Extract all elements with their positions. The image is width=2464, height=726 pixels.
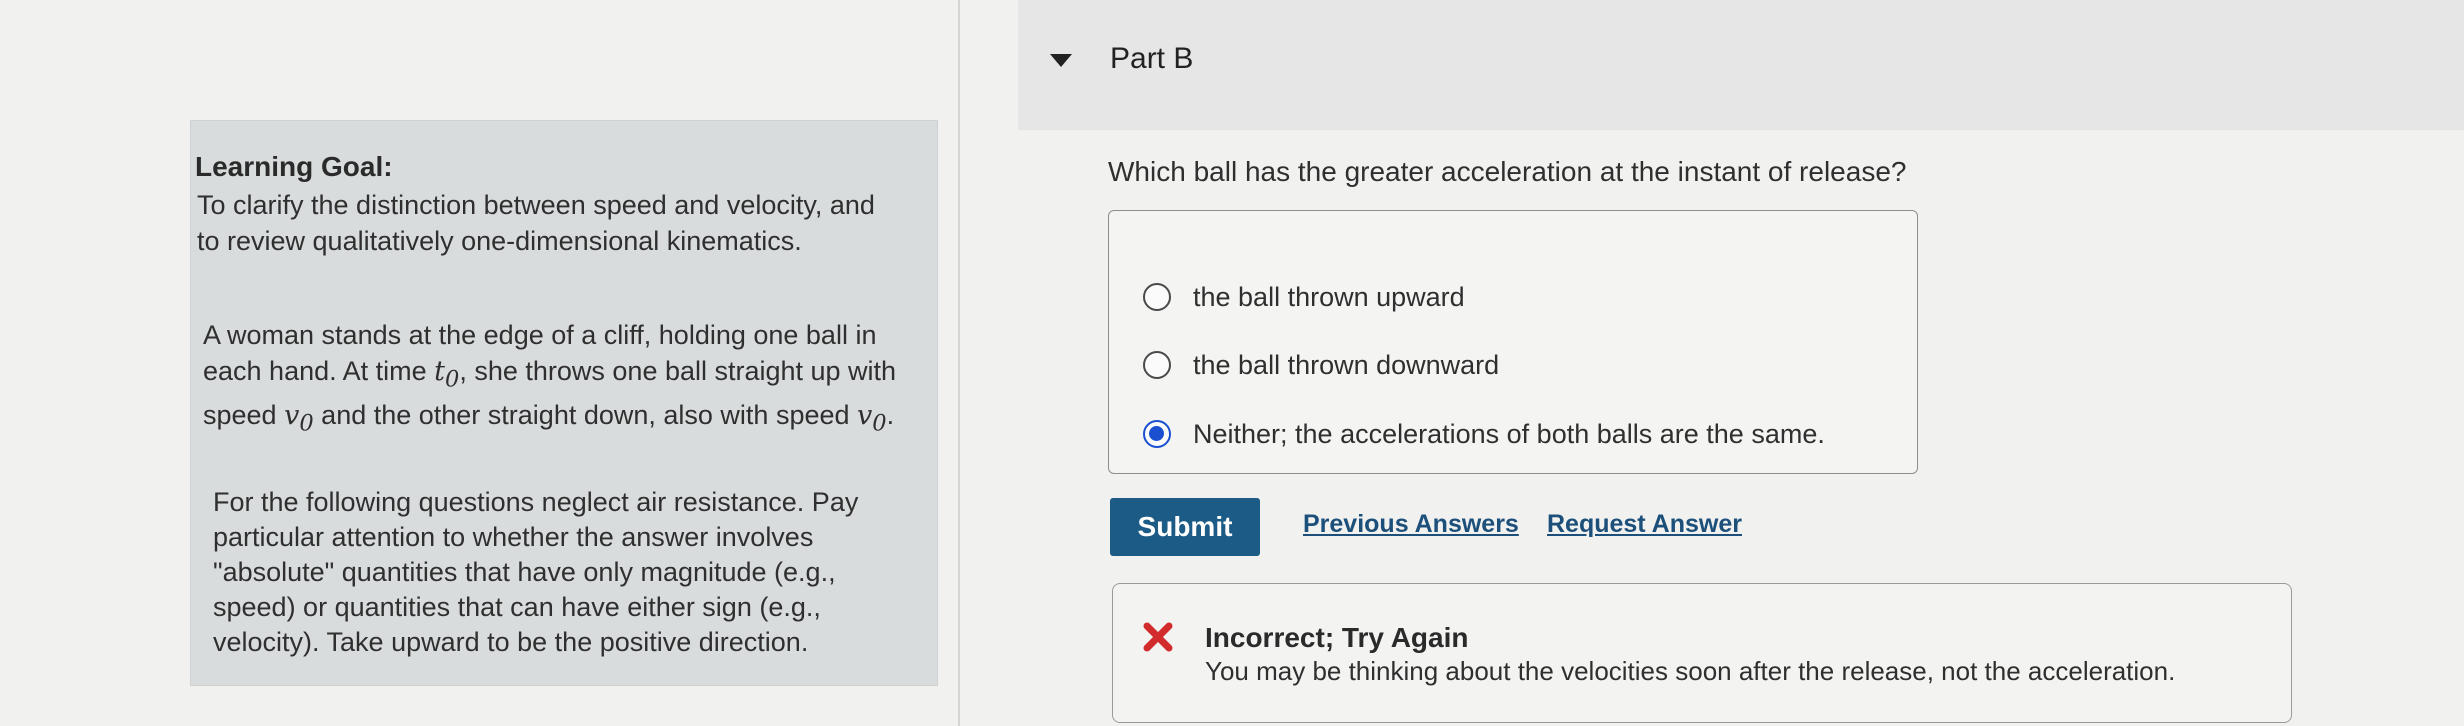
option-upward[interactable]: the ball thrown upward [1143, 277, 1465, 317]
request-answer-link[interactable]: Request Answer [1547, 510, 1742, 539]
panel-divider [958, 0, 960, 726]
caret-down-icon[interactable] [1050, 54, 1072, 67]
feedback-text: You may be thinking about the velocities… [1205, 656, 2176, 686]
option-label: Neither; the accelerations of both balls… [1193, 418, 1825, 449]
answer-options: the ball thrown upward the ball thrown d… [1108, 210, 1918, 474]
instructions-paragraph: For the following questions neglect air … [213, 487, 859, 657]
option-label: the ball thrown upward [1193, 281, 1465, 312]
question-text: Which ball has the greater acceleration … [1108, 156, 1907, 187]
problem-text-4: . [886, 400, 895, 431]
problem-text-3: and the other straight down, also with s… [313, 400, 858, 431]
learning-goal-panel: Learning Goal: To clarify the distinctio… [190, 120, 938, 686]
time-symbol: t0 [434, 356, 460, 393]
speed-symbol-2: v0 [857, 400, 887, 437]
radio-button[interactable] [1143, 351, 1171, 379]
radio-button-selected[interactable] [1143, 420, 1171, 448]
incorrect-x-icon [1143, 622, 1173, 652]
option-neither[interactable]: Neither; the accelerations of both balls… [1143, 414, 1825, 454]
speed-symbol: v0 [284, 400, 314, 437]
option-downward[interactable]: the ball thrown downward [1143, 345, 1499, 385]
feedback-title: Incorrect; Try Again [1205, 622, 1469, 653]
part-label: Part B [1110, 42, 1194, 75]
feedback-box: Incorrect; Try Again You may be thinking… [1112, 583, 2292, 723]
learning-goal-title: Learning Goal: [195, 151, 393, 182]
radio-button[interactable] [1143, 283, 1171, 311]
problem-statement: A woman stands at the edge of a cliff, h… [203, 317, 903, 442]
previous-answers-link[interactable]: Previous Answers [1303, 510, 1519, 539]
page: Learning Goal: To clarify the distinctio… [0, 0, 2464, 726]
learning-goal-text: To clarify the distinction between speed… [197, 190, 875, 256]
submit-button[interactable]: Submit [1110, 498, 1260, 556]
option-label: the ball thrown downward [1193, 349, 1500, 380]
part-header[interactable]: Part B [1018, 0, 2464, 130]
